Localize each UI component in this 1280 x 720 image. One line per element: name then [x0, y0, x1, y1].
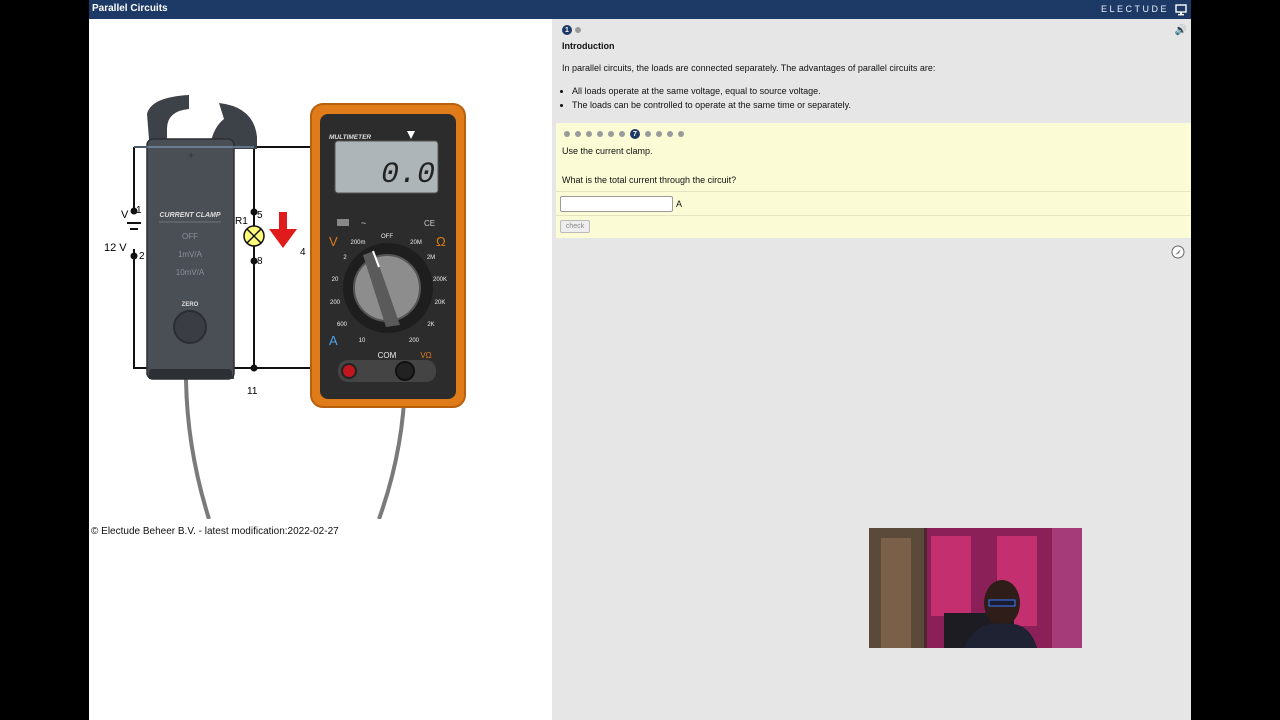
voltage-label: 12 V — [104, 242, 127, 254]
list-item: The loads can be controlled to operate a… — [572, 98, 851, 112]
intro-text: In parallel circuits, the loads are conn… — [562, 63, 936, 73]
task-panel: 7 Use the current clamp. What is the tot… — [556, 123, 1191, 238]
title-bar: Parallel Circuits ELECTUDE — [89, 0, 1191, 19]
dial-600[interactable]: 600 — [337, 322, 348, 328]
clamp-cable — [184, 378, 211, 520]
clamp-pos-off[interactable]: OFF — [182, 232, 198, 241]
brand-logo: ELECTUDE — [1100, 4, 1169, 14]
dial-20k[interactable]: 20K — [435, 300, 446, 306]
node-1-label: 1 — [136, 205, 142, 216]
step-dot[interactable] — [575, 131, 581, 137]
step-dot[interactable] — [586, 131, 592, 137]
circuit-panel: V 1 12 V 2 5 8 11 R1 4 CURRENT CLAMP OFF… — [89, 19, 552, 720]
step-dot[interactable] — [619, 131, 625, 137]
compass-icon[interactable] — [1171, 245, 1185, 264]
webcam-overlay — [869, 528, 1082, 648]
task-instruction: Use the current clamp. — [562, 146, 653, 156]
node-2 — [130, 252, 138, 260]
dial-200v[interactable]: 200 — [330, 300, 341, 306]
current-direction-arrow-icon — [269, 212, 297, 248]
ce-mark: CE — [424, 219, 435, 228]
step-dot[interactable] — [656, 131, 662, 137]
dial-10a[interactable]: 10 — [359, 338, 366, 344]
advantages-list: All loads operate at the same voltage, e… — [562, 84, 851, 112]
dial-200m[interactable]: 200m — [350, 240, 365, 246]
clamp-zero-label: ZERO — [182, 302, 199, 308]
answer-input[interactable] — [560, 196, 673, 212]
task-question: What is the total current through the ci… — [562, 175, 737, 185]
check-button[interactable]: check — [560, 220, 590, 233]
dial-200-ohm[interactable]: 200 — [409, 338, 420, 344]
step-indicator: 7 — [564, 129, 684, 139]
battery-indicator-icon — [337, 219, 349, 226]
dial-200k[interactable]: 200K — [433, 277, 447, 283]
divider — [556, 215, 1191, 216]
battery-symbol — [127, 222, 141, 230]
step-dot-current[interactable]: 7 — [630, 129, 640, 139]
divider — [556, 191, 1191, 192]
dial-2k[interactable]: 2K — [427, 322, 434, 328]
a-jack[interactable] — [341, 363, 357, 379]
speaker-icon[interactable]: 🔊 — [1175, 25, 1187, 36]
clamp-pos-10mv[interactable]: 10mV/A — [176, 268, 205, 277]
mode-ohm-label: Ω — [436, 234, 446, 249]
clamp-zero-knob[interactable] — [173, 310, 207, 344]
node-4-label: 4 — [300, 247, 306, 258]
dial-off[interactable]: OFF — [381, 234, 393, 240]
step-dot[interactable] — [564, 131, 570, 137]
com-jack[interactable] — [395, 361, 415, 381]
node-11 — [250, 364, 258, 372]
dial-2m[interactable]: 2M — [427, 255, 435, 261]
multimeter-title: MULTIMETER — [329, 134, 371, 141]
dial-20m[interactable]: 20M — [410, 240, 422, 246]
copyright-text: © Electude Beheer B.V. - latest modifica… — [91, 526, 339, 537]
intro-heading: Introduction — [562, 41, 615, 51]
lamp-icon[interactable] — [243, 225, 265, 247]
node-2-label: 2 — [139, 251, 145, 262]
step-dot[interactable] — [608, 131, 614, 137]
list-item: All loads operate at the same voltage, e… — [572, 84, 851, 98]
mode-a-label: A — [329, 333, 338, 348]
step-dot[interactable] — [645, 131, 651, 137]
multimeter-display: 0.0 — [381, 158, 435, 192]
page-dot[interactable] — [575, 27, 581, 33]
node-11-label: 11 — [247, 386, 258, 397]
node-5-label: 5 — [257, 210, 263, 221]
clamp-pos-1mv[interactable]: 1mV/A — [178, 250, 203, 259]
page-indicator: 1 — [562, 25, 581, 35]
mode-v-label: V — [329, 234, 338, 249]
r1-label: R1 — [235, 216, 248, 227]
step-dot[interactable] — [667, 131, 673, 137]
dial-20v[interactable]: 20 — [332, 277, 339, 283]
app-title: Parallel Circuits — [92, 3, 168, 14]
step-dot[interactable] — [678, 131, 684, 137]
current-clamp[interactable]: CURRENT CLAMP OFF 1mV/A 10mV/A ZERO — [146, 95, 257, 380]
clamp-title: CURRENT CLAMP — [159, 212, 220, 219]
com-label: COM — [378, 351, 397, 360]
crosshair-cursor-icon: + — [188, 151, 194, 162]
multimeter[interactable]: MULTIMETER 0.0 ~ CE V Ω A OFF 200m 20M 2… — [310, 103, 466, 408]
v-label: V — [121, 209, 129, 221]
ac-icon: ~ — [361, 218, 366, 228]
page-dot-current[interactable]: 1 — [562, 25, 572, 35]
step-dot[interactable] — [597, 131, 603, 137]
node-8-label: 8 — [257, 256, 263, 267]
unit-label: A — [676, 199, 683, 209]
circuit-diagram[interactable]: V 1 12 V 2 5 8 11 R1 4 CURRENT CLAMP OFF… — [89, 19, 552, 520]
vohm-label: VΩ — [420, 351, 431, 360]
